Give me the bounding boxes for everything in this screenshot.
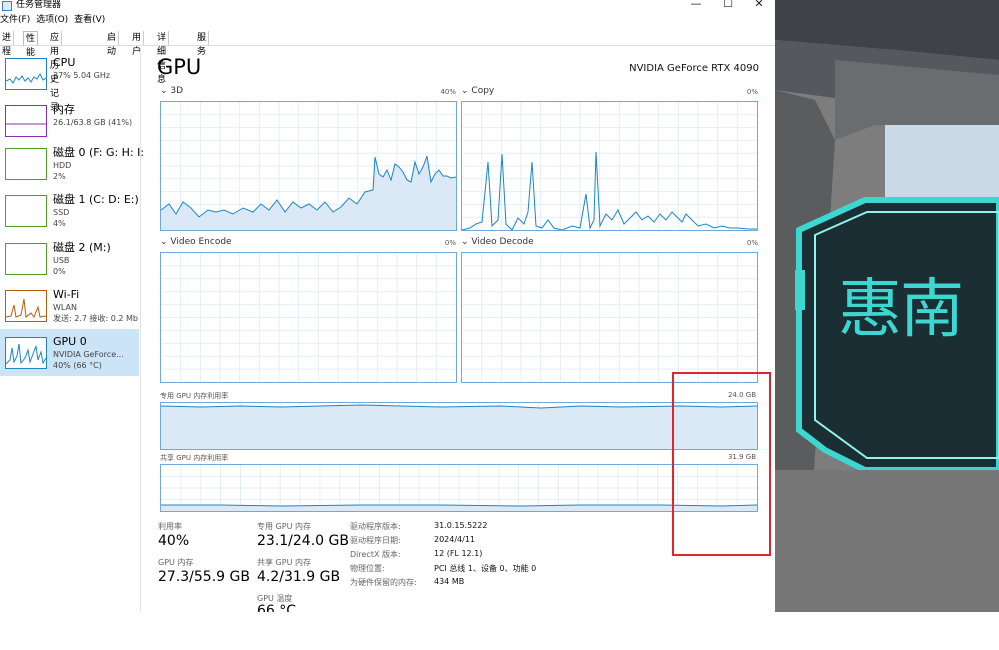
- physical-location-value: PCI 总线 1、设备 0、功能 0: [434, 564, 537, 573]
- sidebar-item-name: 磁盘 1 (C: D: E:): [53, 193, 139, 206]
- tab-performance[interactable]: 性能: [23, 31, 39, 58]
- engine-name: Video Encode: [170, 237, 232, 247]
- window-title: 任务管理器: [16, 0, 62, 10]
- menu-options[interactable]: 选项(O): [36, 15, 68, 25]
- driver-date-value: 2024/4/11: [434, 535, 476, 544]
- directx-version-value: 12 (FL 12.1): [434, 549, 483, 558]
- engine-name: Video Decode: [471, 237, 534, 247]
- engine-percent-3d: 40%: [440, 88, 456, 96]
- menu-view[interactable]: 查看(V): [74, 15, 105, 25]
- tab-separator: [0, 45, 775, 46]
- graph-copy: [461, 101, 758, 231]
- engine-label-copy[interactable]: ⌄ Copy: [461, 86, 494, 96]
- sidebar-item-detail: USB: [53, 256, 70, 265]
- disk1-thumbnail-graph: [5, 195, 47, 227]
- sidebar-item-detail: 37% 5.04 GHz: [53, 71, 111, 80]
- gpu-thumbnail-graph: [5, 337, 47, 369]
- tab-app-history[interactable]: 应用历史记录: [48, 31, 63, 113]
- tab-details[interactable]: 详细信息: [155, 31, 170, 85]
- engine-name: Copy: [471, 86, 495, 96]
- highlight-annotation-box: [672, 372, 771, 556]
- graph-video-encode: [160, 252, 457, 383]
- sidebar-item-detail: 26.1/63.8 GB (41%): [53, 118, 133, 127]
- sidebar-item-memory[interactable]: 内存 26.1/63.8 GB (41%): [0, 97, 139, 144]
- sidebar-item-cpu[interactable]: CPU 37% 5.04 GHz: [0, 50, 139, 97]
- dedicated-gpu-memory-label: 专用 GPU 内存: [257, 522, 311, 531]
- page-title: GPU: [157, 55, 202, 79]
- sidebar-item-disk-2[interactable]: 磁盘 2 (M:) USB 0%: [0, 235, 139, 282]
- title-bar: 任务管理器 — ☐ ✕: [0, 0, 775, 13]
- sidebar-item-disk-0[interactable]: 磁盘 0 (F: G: H: I: HDD 2%: [0, 140, 144, 187]
- memory-thumbnail-graph: [5, 105, 47, 137]
- cpu-thumbnail-graph: [5, 58, 47, 90]
- sidebar-item-wifi[interactable]: Wi-Fi WLAN 发送: 2.7 接收: 0.2 Mb: [0, 282, 139, 329]
- sign-text: 惠南: [838, 273, 964, 347]
- sidebar-item-name: CPU: [53, 56, 76, 69]
- menu-file[interactable]: 文件(F): [0, 15, 30, 25]
- sidebar-item-detail: 2%: [53, 172, 66, 181]
- utilization-value: 40%: [158, 533, 190, 549]
- directx-version-label: DirectX 版本:: [350, 550, 401, 559]
- engine-label-video-encode[interactable]: ⌄ Video Encode: [160, 237, 232, 247]
- task-manager-icon: [2, 1, 12, 11]
- wifi-thumbnail-graph: [5, 290, 47, 322]
- reserved-memory-label: 为硬件保留的内存:: [350, 578, 417, 587]
- engine-percent-video-encode: 0%: [444, 239, 456, 247]
- minimize-button[interactable]: —: [684, 0, 708, 11]
- sidebar-item-detail: 0%: [53, 267, 66, 276]
- shared-gpu-memory-label: 共享 GPU 内存: [257, 558, 311, 567]
- reserved-memory-value: 434 MB: [434, 577, 465, 586]
- shared-memory-label: 共享 GPU 内存利用率: [160, 454, 229, 462]
- sidebar-item-name: 磁盘 2 (M:): [53, 241, 111, 254]
- engine-percent-video-decode: 0%: [746, 239, 758, 247]
- disk0-thumbnail-graph: [5, 148, 47, 180]
- gpu-model-name: NVIDIA GeForce RTX 4090: [629, 63, 759, 74]
- graph-video-decode: [461, 252, 758, 383]
- disk2-thumbnail-graph: [5, 243, 47, 275]
- graph-shared-memory: [160, 464, 758, 512]
- task-manager-window: 任务管理器 — ☐ ✕ 文件(F) 选项(O) 查看(V) 进程 性能 应用历史…: [0, 0, 775, 612]
- graph-3d: [160, 101, 457, 231]
- driver-version-label: 驱动程序版本:: [350, 522, 401, 531]
- engine-name: 3D: [170, 86, 184, 96]
- maximize-button[interactable]: ☐: [716, 0, 740, 11]
- tab-services[interactable]: 服务: [195, 31, 210, 57]
- sidebar-item-disk-1[interactable]: 磁盘 1 (C: D: E:) SSD 4%: [0, 187, 139, 234]
- driver-version-value: 31.0.15.5222: [434, 521, 488, 530]
- sidebar-item-detail: NVIDIA GeForce...: [53, 350, 124, 359]
- sidebar-item-detail: 4%: [53, 219, 66, 228]
- sidebar-item-name: 磁盘 0 (F: G: H: I:: [53, 146, 145, 159]
- dedicated-gpu-memory-value: 23.1/24.0 GB: [257, 533, 349, 549]
- driver-date-label: 驱动程序日期:: [350, 536, 401, 545]
- sidebar-item-detail: SSD: [53, 208, 70, 217]
- engine-label-video-decode[interactable]: ⌄ Video Decode: [461, 237, 534, 247]
- tab-users[interactable]: 用户: [130, 31, 145, 57]
- gpu-memory-value: 27.3/55.9 GB: [158, 569, 250, 585]
- gpu-temperature-value: 66 °C: [257, 603, 297, 612]
- shared-gpu-memory-value: 4.2/31.9 GB: [257, 569, 341, 585]
- sidebar-item-name: 内存: [53, 103, 75, 116]
- sidebar-item-detail: 发送: 2.7 接收: 0.2 Mb: [53, 314, 138, 323]
- sidebar-item-name: GPU 0: [53, 335, 87, 348]
- engine-percent-copy: 0%: [746, 88, 758, 96]
- gpu-memory-label: GPU 内存: [158, 558, 194, 567]
- engine-label-3d[interactable]: ⌄ 3D: [160, 86, 183, 96]
- graph-dedicated-memory: [160, 402, 758, 450]
- sidebar-item-gpu-0[interactable]: GPU 0 NVIDIA GeForce... 40% (66 °C): [0, 329, 139, 376]
- sidebar-item-detail: HDD: [53, 161, 72, 170]
- sidebar-divider: [140, 48, 141, 612]
- close-button[interactable]: ✕: [747, 0, 771, 11]
- menu-bar: 文件(F) 选项(O) 查看(V): [0, 14, 108, 27]
- physical-location-label: 物理位置:: [350, 564, 385, 573]
- utilization-label: 利用率: [158, 522, 182, 531]
- dedicated-memory-label: 专用 GPU 内存利用率: [160, 392, 229, 400]
- tab-processes[interactable]: 进程: [0, 31, 15, 57]
- tab-startup[interactable]: 启动: [105, 31, 120, 57]
- sidebar-item-name: Wi-Fi: [53, 288, 80, 301]
- sidebar-item-detail: 40% (66 °C): [53, 361, 102, 370]
- sidebar-item-detail: WLAN: [53, 303, 78, 312]
